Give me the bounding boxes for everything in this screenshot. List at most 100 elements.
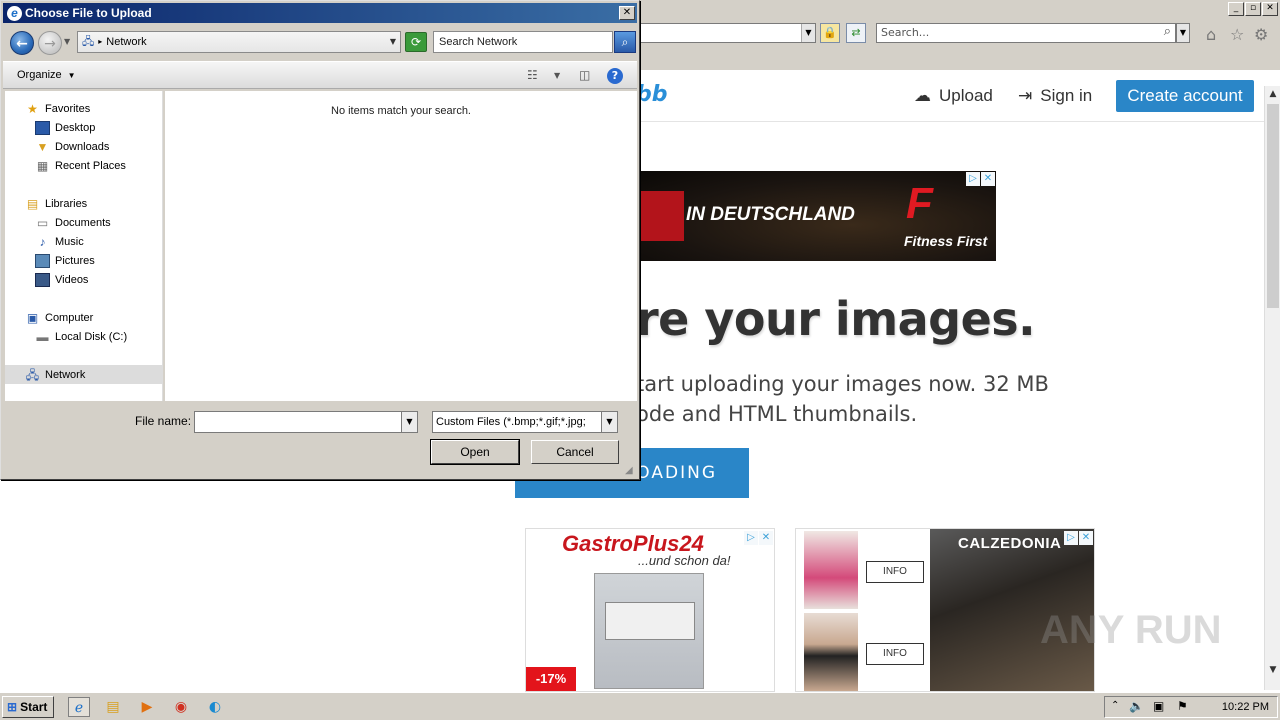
nav-label: Videos xyxy=(55,274,89,286)
page-scrollbar[interactable]: ▲ ▼ xyxy=(1264,86,1280,690)
home-icon[interactable]: ⌂ xyxy=(1206,25,1216,44)
file-name-dropdown-icon[interactable]: ▼ xyxy=(401,411,418,433)
minimize-button[interactable]: _ xyxy=(1228,2,1244,16)
view-dropdown-icon[interactable]: ▼ xyxy=(554,71,560,80)
nav-favorites[interactable]: ★ Favorites xyxy=(25,100,90,118)
gastroplus-ad[interactable]: GastroPlus24 ...und schon da! -17% ▷ ✕ xyxy=(525,528,775,692)
dialog-close-button[interactable]: ✕ xyxy=(619,6,635,20)
clock[interactable]: 10:22 PM xyxy=(1222,701,1269,713)
file-list-pane[interactable]: No items match your search. xyxy=(165,91,637,401)
folder-icon[interactable]: ▤ xyxy=(102,697,124,717)
signin-link[interactable]: ⇥ Sign in xyxy=(1018,86,1092,106)
search-icon[interactable]: ⌕ xyxy=(1164,24,1171,39)
organize-button[interactable]: Organize ▼ xyxy=(17,69,76,81)
preview-pane-icon[interactable]: ◫ xyxy=(579,68,590,82)
product-thumb-1[interactable] xyxy=(804,531,858,609)
fitness-first-logo: F xyxy=(906,179,933,228)
history-dropdown-icon[interactable]: ▼ xyxy=(64,37,70,46)
adchoices-icon[interactable]: ▷ xyxy=(744,531,758,545)
address-dropdown-icon[interactable]: ▼ xyxy=(385,31,401,53)
adchoices-icon[interactable]: ▷ xyxy=(966,172,980,186)
nav-videos[interactable]: Videos xyxy=(35,271,88,289)
signin-label: Sign in xyxy=(1040,86,1093,105)
edge-icon[interactable]: ◐ xyxy=(204,697,226,717)
media-player-icon[interactable]: ▶ xyxy=(136,697,158,717)
volume-icon[interactable]: 🔈 xyxy=(1129,699,1144,713)
info-button-2[interactable]: INFO xyxy=(866,643,924,665)
resize-grip-icon[interactable]: ◢ xyxy=(625,465,633,476)
scroll-thumb[interactable] xyxy=(1267,104,1279,308)
nav-label: Documents xyxy=(55,217,111,229)
network-tray-icon[interactable]: ▣ xyxy=(1153,699,1164,713)
gear-icon[interactable]: ⚙ xyxy=(1254,25,1268,44)
forward-arrow-icon[interactable]: → xyxy=(38,31,62,55)
nav-label: Computer xyxy=(45,312,94,324)
nav-music[interactable]: ♪ Music xyxy=(35,233,84,251)
ad-close-icon[interactable]: ✕ xyxy=(981,172,995,186)
scroll-down-icon[interactable]: ▼ xyxy=(1265,662,1280,678)
lock-icon[interactable]: 🔒 xyxy=(820,23,840,43)
breadcrumb-network[interactable]: Network xyxy=(106,32,146,52)
nav-network[interactable]: 🖧 Network xyxy=(25,366,86,384)
site-logo[interactable]: bb xyxy=(636,82,668,107)
hero-subtitle-line1: tart uploading your images now. 32 MB xyxy=(636,372,1049,396)
chrome-icon[interactable]: ◉ xyxy=(170,697,192,717)
scroll-up-icon[interactable]: ▲ xyxy=(1265,86,1280,102)
nav-desktop[interactable]: Desktop xyxy=(35,119,95,137)
nav-label: Pictures xyxy=(55,255,95,267)
calzedonia-logo: CALZEDONIA xyxy=(958,535,1062,552)
adchoices-icon[interactable]: ▷ xyxy=(1064,531,1078,545)
nav-label: Desktop xyxy=(55,122,96,134)
nav-label: Libraries xyxy=(45,198,88,210)
address-dropdown-icon[interactable]: ▼ xyxy=(801,24,815,42)
info-button-1[interactable]: INFO xyxy=(866,561,924,583)
action-center-flag-icon[interactable]: ⚑ xyxy=(1177,699,1188,713)
internet-explorer-icon[interactable]: ℯ xyxy=(68,697,90,717)
favorites-star-icon[interactable]: ☆ xyxy=(1230,25,1244,44)
tray-expand-icon[interactable]: ⌃ xyxy=(1111,700,1119,711)
breadcrumb-chevron-icon[interactable]: ▸ xyxy=(98,32,102,52)
nav-downloads[interactable]: ▼ Downloads xyxy=(35,138,110,156)
nav-label: Music xyxy=(55,236,84,248)
nav-local-disk[interactable]: ▬ Local Disk (C:) xyxy=(35,328,128,346)
nav-pictures[interactable]: Pictures xyxy=(35,252,95,270)
file-type-dropdown-icon[interactable]: ▼ xyxy=(601,411,618,433)
fitness-first-ad[interactable]: IN DEUTSCHLAND F Fitness First ▷ ✕ xyxy=(636,171,996,261)
anyrun-watermark: ANY RUN xyxy=(1040,608,1222,652)
upload-link[interactable]: ☁ Upload xyxy=(914,86,993,106)
create-account-button[interactable]: Create account xyxy=(1116,80,1254,112)
file-upload-dialog: e Choose File to Upload ✕ ← → ▼ 🖧 ▸ Netw… xyxy=(0,0,640,480)
gastroplus-tagline: ...und schon da! xyxy=(638,553,731,568)
ad-close-icon[interactable]: ✕ xyxy=(759,531,773,545)
nav-recent-places[interactable]: ▦ Recent Places xyxy=(35,157,126,175)
nav-documents[interactable]: ▭ Documents xyxy=(35,214,111,232)
view-options-icon[interactable]: ☷ xyxy=(527,68,538,82)
product-thumb-2[interactable] xyxy=(804,613,858,691)
address-bar[interactable] xyxy=(636,23,816,43)
navigation-pane: ★ Favorites Desktop ▼ Downloads ▦ Recent… xyxy=(5,91,163,401)
nav-computer[interactable]: ▣ Computer xyxy=(25,309,93,327)
help-icon[interactable]: ? xyxy=(607,68,623,84)
dialog-search-input[interactable]: Search Network xyxy=(433,31,613,53)
cancel-button[interactable]: Cancel xyxy=(531,440,619,464)
ad-close-icon[interactable]: ✕ xyxy=(1079,531,1093,545)
organize-label: Organize xyxy=(17,69,62,81)
dish-rack-image xyxy=(605,602,695,640)
open-button[interactable]: Open xyxy=(430,439,520,465)
search-dropdown-icon[interactable]: ▼ xyxy=(1176,23,1190,43)
maximize-button[interactable]: ▫ xyxy=(1245,2,1261,16)
nav-libraries[interactable]: ▤ Libraries xyxy=(25,195,87,213)
dialog-titlebar[interactable]: e Choose File to Upload xyxy=(3,3,637,23)
search-icon[interactable]: ⌕ xyxy=(614,31,636,53)
file-name-input[interactable] xyxy=(194,411,402,433)
start-button[interactable]: ⊞ Start xyxy=(2,696,54,718)
close-window-button[interactable]: ✕ xyxy=(1262,2,1278,16)
back-arrow-icon[interactable]: ← xyxy=(10,31,34,55)
documents-icon: ▭ xyxy=(36,216,49,230)
refresh-icon[interactable]: ⟳ xyxy=(405,32,427,52)
refresh-icon[interactable]: ⇄ xyxy=(846,23,866,43)
file-type-select[interactable]: Custom Files (*.bmp;*.gif;*.jpg; xyxy=(432,411,602,433)
browser-search-input[interactable]: Search... ⌕ xyxy=(876,23,1176,43)
dishwasher-image xyxy=(594,573,704,689)
dialog-address-bar[interactable]: 🖧 ▸ Network xyxy=(77,31,401,53)
